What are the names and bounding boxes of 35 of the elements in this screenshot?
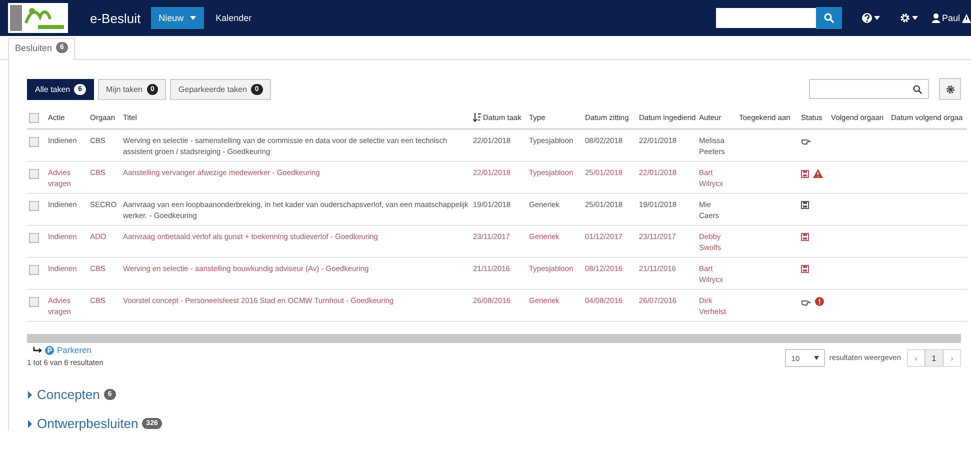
- checkbox[interactable]: [29, 297, 39, 307]
- search-icon: [913, 84, 922, 94]
- park-button[interactable]: Parkeren: [33, 345, 92, 355]
- help-icon: [862, 13, 872, 23]
- checkbox[interactable]: [29, 137, 39, 147]
- search-icon: [824, 13, 834, 23]
- horizontal-scrollbar[interactable]: [27, 334, 961, 343]
- page-button[interactable]: 1: [925, 349, 943, 367]
- new-button[interactable]: Nieuw: [150, 7, 204, 29]
- search-button[interactable]: [816, 7, 842, 29]
- checkbox[interactable]: [29, 201, 39, 211]
- user-icon: [932, 13, 940, 23]
- parking-icon: [45, 346, 54, 354]
- caret-icon: [912, 16, 918, 20]
- help-menu-button[interactable]: [862, 13, 880, 23]
- brand-title: e-Besluit: [90, 10, 141, 26]
- settings-icon: [946, 84, 954, 94]
- logo-drawing: [8, 3, 68, 33]
- next-page-button[interactable]: ›: [943, 349, 961, 367]
- caret-icon: [814, 356, 820, 360]
- checkbox[interactable]: [29, 113, 39, 123]
- caret-icon: [874, 16, 880, 20]
- search-field[interactable]: [716, 8, 816, 28]
- user-menu-button[interactable]: Paul: [932, 13, 971, 23]
- checkbox[interactable]: [29, 169, 39, 179]
- settings-button[interactable]: [939, 78, 961, 100]
- reply-arrow-icon: [33, 346, 42, 354]
- caret-icon: [190, 16, 196, 20]
- previous-page-button[interactable]: ‹: [907, 349, 925, 367]
- checkbox[interactable]: [29, 265, 39, 275]
- settings-icon: [900, 13, 910, 23]
- checkbox[interactable]: [29, 233, 39, 243]
- settings-menu-button[interactable]: [900, 13, 918, 23]
- table-search-field[interactable]: [809, 79, 929, 99]
- calendar-link[interactable]: Kalender: [216, 13, 252, 23]
